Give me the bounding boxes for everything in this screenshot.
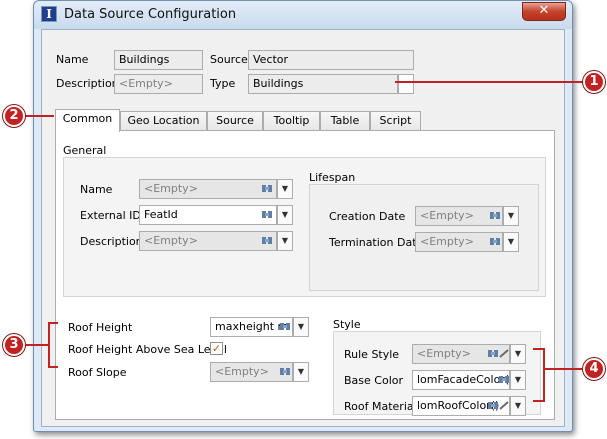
tab-source[interactable]: Source bbox=[207, 111, 263, 131]
dialog-body: Name Buildings Source Vector Description… bbox=[41, 29, 565, 427]
link-icon[interactable] bbox=[280, 367, 290, 376]
base-color-combo[interactable]: lomFacadeColor() ▼ bbox=[412, 370, 526, 390]
roof-above-sea-label: Roof Height Above Sea Level bbox=[68, 343, 227, 356]
link-icon[interactable] bbox=[490, 211, 500, 220]
link-icon[interactable] bbox=[488, 349, 498, 358]
callout-2-line bbox=[22, 115, 54, 117]
roof-material-label: Roof Material bbox=[344, 400, 417, 413]
general-description-label: Description bbox=[80, 235, 143, 248]
title-bar[interactable]: I Data Source Configuration ✕ bbox=[34, 1, 572, 29]
link-icon[interactable] bbox=[262, 210, 272, 219]
tab-table[interactable]: Table bbox=[320, 111, 370, 131]
callout-4-badge: 4 bbox=[583, 358, 605, 380]
roof-height-label: Roof Height bbox=[68, 321, 133, 334]
general-name-dropdown[interactable]: ▼ bbox=[277, 179, 293, 199]
rule-style-combo[interactable]: <Empty> ▼ bbox=[412, 344, 526, 364]
general-name-value[interactable]: <Empty> bbox=[139, 179, 277, 199]
tab-script[interactable]: Script bbox=[370, 111, 421, 131]
base-color-dropdown[interactable]: ▼ bbox=[510, 370, 526, 390]
type-label: Type bbox=[210, 77, 236, 90]
external-id-dropdown[interactable]: ▼ bbox=[277, 205, 293, 225]
base-color-value[interactable]: lomFacadeColor() bbox=[412, 370, 510, 390]
termination-date-label: Termination Date bbox=[329, 236, 424, 249]
creation-date-dropdown[interactable]: ▼ bbox=[503, 206, 519, 226]
roof-height-dropdown[interactable]: ▼ bbox=[293, 317, 309, 337]
tab-tooltip[interactable]: Tooltip bbox=[263, 111, 320, 131]
callout-1-badge: 1 bbox=[583, 71, 605, 93]
type-field[interactable]: Buildings bbox=[248, 74, 398, 94]
callout-3-bracket-bottom bbox=[48, 366, 58, 368]
external-id-combo[interactable]: FeatId ▼ bbox=[139, 205, 293, 225]
base-color-label: Base Color bbox=[344, 374, 404, 387]
tab-common[interactable]: Common bbox=[55, 109, 120, 132]
callout-1-line bbox=[395, 81, 585, 83]
dialog-window: I Data Source Configuration ✕ Name Build… bbox=[33, 0, 573, 432]
link-icon[interactable] bbox=[262, 184, 272, 193]
style-section-title: Style bbox=[333, 318, 361, 331]
rule-style-dropdown[interactable]: ▼ bbox=[510, 344, 526, 364]
name-field[interactable]: Buildings bbox=[114, 50, 203, 70]
general-description-value[interactable]: <Empty> bbox=[139, 231, 277, 251]
common-tab-panel: General Name <Empty> ▼ External ID FeatI… bbox=[55, 130, 555, 420]
callout-3-line bbox=[24, 344, 50, 346]
pencil-icon[interactable] bbox=[499, 401, 509, 410]
roof-slope-label: Roof Slope bbox=[68, 366, 127, 379]
general-section-title: General bbox=[63, 144, 107, 157]
termination-date-dropdown[interactable]: ▼ bbox=[503, 232, 519, 252]
description-label: Description bbox=[56, 77, 119, 90]
general-description-dropdown[interactable]: ▼ bbox=[277, 231, 293, 251]
callout-3-badge: 3 bbox=[3, 334, 25, 356]
general-description-combo[interactable]: <Empty> ▼ bbox=[139, 231, 293, 251]
callout-4-bracket-bottom bbox=[533, 400, 545, 402]
roof-above-sea-checkbox[interactable]: ✓ bbox=[210, 342, 223, 355]
termination-date-combo[interactable]: <Empty> ▼ bbox=[415, 232, 519, 252]
general-name-combo[interactable]: <Empty> ▼ bbox=[139, 179, 293, 199]
link-icon[interactable] bbox=[262, 236, 272, 245]
roof-height-combo[interactable]: maxheight m ▼ bbox=[210, 317, 309, 337]
tab-geo-location[interactable]: Geo Location bbox=[120, 111, 207, 131]
type-browse-button[interactable] bbox=[398, 74, 414, 94]
general-name-label: Name bbox=[80, 183, 113, 196]
source-field[interactable]: Vector bbox=[248, 50, 414, 70]
roof-slope-dropdown[interactable]: ▼ bbox=[293, 362, 309, 382]
creation-date-label: Creation Date bbox=[329, 210, 406, 223]
source-label: Source bbox=[210, 53, 248, 66]
lifespan-section-title: Lifespan bbox=[309, 171, 356, 184]
link-icon[interactable] bbox=[488, 401, 498, 410]
callout-4-bracket bbox=[543, 348, 545, 402]
link-icon[interactable] bbox=[499, 375, 509, 384]
roof-material-dropdown[interactable]: ▼ bbox=[510, 396, 526, 416]
link-icon[interactable] bbox=[490, 237, 500, 246]
callout-3-bracket-top bbox=[48, 322, 58, 324]
description-field[interactable]: <Empty> bbox=[114, 74, 203, 94]
roof-slope-combo[interactable]: <Empty> ▼ bbox=[210, 362, 309, 382]
callout-4-line bbox=[543, 368, 585, 370]
creation-date-combo[interactable]: <Empty> ▼ bbox=[415, 206, 519, 226]
callout-4-bracket-top bbox=[533, 348, 545, 350]
close-button[interactable]: ✕ bbox=[522, 2, 566, 21]
window-title: Data Source Configuration bbox=[64, 7, 237, 22]
link-icon[interactable] bbox=[280, 322, 290, 331]
app-icon: I bbox=[41, 6, 57, 22]
name-label: Name bbox=[56, 53, 89, 66]
external-id-value[interactable]: FeatId bbox=[139, 205, 277, 225]
roof-material-combo[interactable]: lomRoofColor() ▼ bbox=[412, 396, 526, 416]
rule-style-label: Rule Style bbox=[344, 348, 400, 361]
callout-2-badge: 2 bbox=[3, 105, 25, 127]
external-id-label: External ID bbox=[80, 209, 141, 222]
pencil-icon[interactable] bbox=[499, 349, 509, 358]
